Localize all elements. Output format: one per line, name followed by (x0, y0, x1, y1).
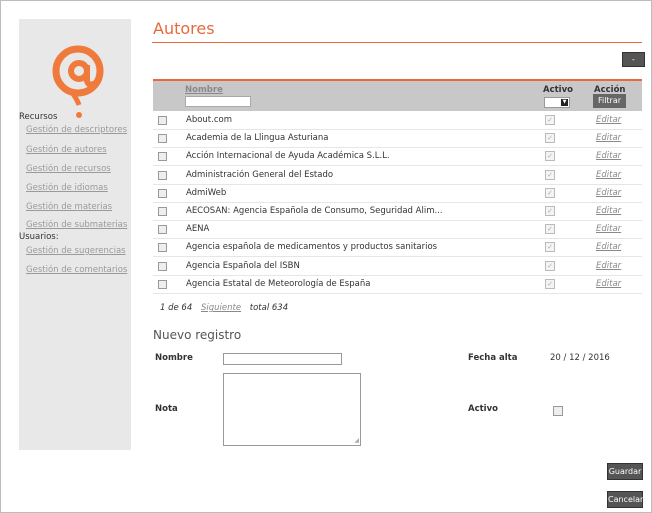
table-row: Administración General del Estado ✓ Editar (153, 166, 642, 185)
sidebar-item-descriptores[interactable]: Gestión de descriptores (26, 125, 127, 135)
row-activo-check-icon: ✓ (545, 133, 555, 144)
column-nombre-sort[interactable]: Nombre (185, 85, 223, 95)
sidebar-item-materias[interactable]: Gestión de materias (26, 202, 112, 212)
sidebar-section-recursos: Recursos (19, 112, 58, 122)
row-name: About.com (186, 115, 232, 125)
pager: 1 de 64 Siguiente total 634 (160, 303, 288, 313)
row-activo-check-icon: ✓ (545, 151, 555, 162)
row-edit-link[interactable]: Editar (596, 279, 621, 289)
row-select-checkbox[interactable] (158, 152, 167, 162)
sidebar-section-usuarios: Usuarios: (19, 232, 59, 242)
new-record-heading: Nuevo registro (153, 328, 242, 342)
row-name: Acción Internacional de Ayuda Académica … (186, 151, 390, 162)
sidebar-item-sugerencias[interactable]: Gestión de sugerencias (26, 246, 126, 256)
row-edit-link[interactable]: Editar (596, 224, 621, 234)
row-name: Agencia Española del ISBN (186, 260, 300, 271)
resize-grip-icon[interactable]: ◢ (354, 437, 359, 444)
table-row: Agencia Estatal de Meteorología de Españ… (153, 275, 642, 294)
row-select-checkbox[interactable] (158, 279, 167, 289)
row-name: Academia de la Llingua Asturiana (186, 133, 329, 144)
row-name: Agencia española de medicamentos y produ… (186, 242, 438, 253)
row-activo-check-icon: ✓ (545, 206, 555, 216)
sidebar-item-autores[interactable]: Gestión de autores (26, 145, 107, 155)
nota-label: Nota (155, 404, 178, 414)
row-edit-link[interactable]: Editar (596, 133, 621, 143)
table-row: Acción Internacional de Ayuda Académica … (153, 147, 642, 167)
row-edit-link[interactable]: Editar (596, 242, 621, 252)
save-button[interactable]: Guardar (607, 463, 643, 480)
sidebar-item-submaterias[interactable]: Gestión de submaterias (26, 220, 127, 230)
pager-position: 1 de 64 (160, 303, 193, 313)
row-select-checkbox[interactable] (158, 116, 167, 125)
fecha-alta-label: Fecha alta (468, 353, 518, 363)
row-select-checkbox[interactable] (158, 170, 167, 180)
row-edit-link[interactable]: Editar (596, 188, 621, 198)
table-row: Academia de la Llingua Asturiana ✓ Editar (153, 129, 642, 149)
nombre-input[interactable] (223, 353, 342, 365)
row-select-checkbox[interactable] (158, 188, 167, 198)
row-edit-link[interactable]: Editar (596, 151, 621, 161)
pager-total: total 634 (249, 303, 289, 313)
pager-next-link[interactable]: Siguiente (201, 303, 241, 313)
table-row: Agencia española de medicamentos y produ… (153, 238, 642, 258)
row-select-checkbox[interactable] (158, 134, 167, 144)
row-activo-check-icon: ✓ (545, 169, 555, 180)
row-edit-link[interactable]: Editar (596, 261, 621, 271)
row-name: Administración General del Estado (186, 169, 334, 180)
fecha-alta-value: 20 / 12 / 2016 (550, 353, 610, 363)
row-name: AdmiWeb (186, 187, 227, 198)
row-select-checkbox[interactable] (158, 225, 167, 235)
sidebar-item-idiomas[interactable]: Gestión de idiomas (26, 183, 108, 193)
table-row: About.com ✓ Editar (153, 111, 642, 130)
row-name: AECOSAN: Agencia Española de Consumo, Se… (186, 206, 443, 216)
sidebar-item-recursos[interactable]: Gestión de recursos (26, 164, 111, 174)
filter-button[interactable]: Filtrar (593, 94, 626, 108)
row-name: Agencia Estatal de Meteorología de Españ… (186, 278, 371, 289)
row-select-checkbox[interactable] (158, 261, 167, 271)
row-select-checkbox[interactable] (158, 243, 167, 253)
table-row: Agencia Española del ISBN ✓ Editar (153, 257, 642, 276)
row-name: AENA (186, 224, 210, 235)
row-edit-link[interactable]: Editar (596, 170, 621, 180)
column-activo: Activo (543, 85, 573, 95)
delete-button[interactable]: - borrar (622, 52, 648, 77)
row-edit-link[interactable]: Editar (596, 115, 621, 125)
row-activo-check-icon: ✓ (545, 278, 555, 289)
activo-filter-select[interactable]: ▼ (544, 97, 570, 108)
row-activo-check-icon: ✓ (545, 187, 555, 198)
nombre-label: Nombre (155, 353, 193, 363)
at-logo-icon (52, 45, 104, 118)
cancel-button[interactable]: Cancelar (607, 491, 643, 508)
page-title: Autores (153, 19, 215, 38)
row-activo-check-icon: ✓ (545, 224, 555, 235)
table-row: AdmiWeb ✓ Editar (153, 184, 642, 203)
activo-checkbox[interactable] (553, 406, 563, 416)
row-select-checkbox[interactable] (158, 207, 167, 216)
nombre-filter-input[interactable] (185, 96, 251, 107)
table-header: Nombre Activo ▼ Acción Filtrar (153, 81, 642, 111)
sidebar-item-comentarios[interactable]: Gestión de comentarios (26, 265, 127, 275)
table-row: AECOSAN: Agencia Española de Consumo, Se… (153, 202, 642, 221)
row-activo-check-icon: ✓ (545, 260, 555, 271)
activo-label: Activo (468, 404, 498, 414)
row-activo-check-icon: ✓ (545, 242, 555, 253)
row-activo-check-icon: ✓ (545, 115, 555, 125)
title-divider (152, 42, 642, 43)
sidebar: Recursos Gestión de descriptores Gestión… (19, 19, 131, 450)
nota-textarea[interactable]: ◢ (223, 373, 361, 446)
chevron-down-icon: ▼ (561, 99, 568, 106)
row-edit-link[interactable]: Editar (596, 206, 621, 216)
table-row: AENA ✓ Editar (153, 220, 642, 240)
